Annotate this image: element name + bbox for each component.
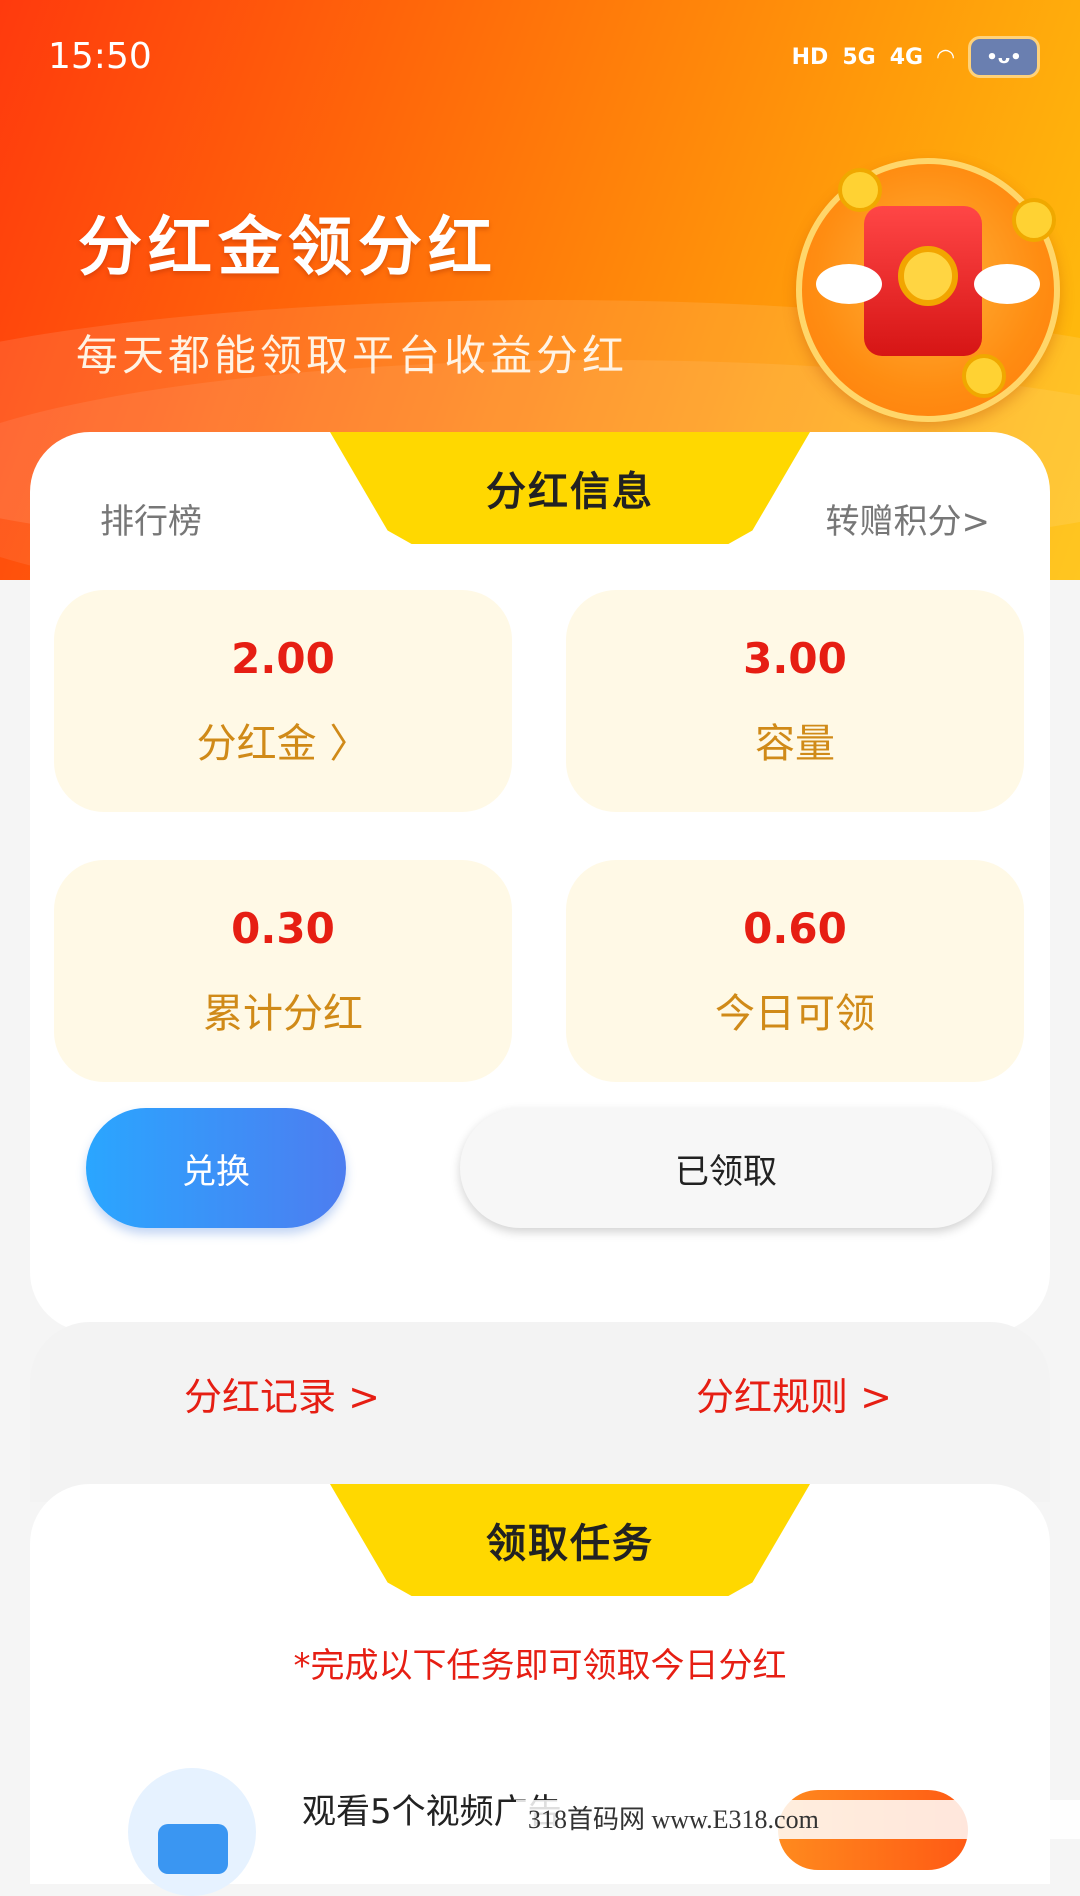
status-time: 15:50: [48, 36, 152, 77]
stat-capacity: 3.00 容量: [566, 590, 1024, 812]
watermark: 318首码网 www.E318.com: [516, 1800, 1080, 1839]
tab-leaderboard[interactable]: 排行榜: [100, 494, 202, 543]
stat-dividend-gold[interactable]: 2.00 分红金 〉: [54, 590, 512, 812]
red-envelope-icon: [796, 158, 1060, 422]
claimed-button[interactable]: 已领取: [460, 1108, 992, 1228]
video-camera-icon: [128, 1768, 256, 1896]
dividend-rules-link[interactable]: 分红规则 >: [696, 1366, 892, 1421]
signal-4g-icon: 4G: [889, 44, 924, 70]
stat-label: 今日可领: [715, 990, 875, 1037]
dividend-records-link[interactable]: 分红记录 >: [184, 1366, 380, 1421]
tab-dividend-info[interactable]: 分红信息: [330, 432, 810, 544]
hero-subtitle: 每天都能领取平台收益分红: [76, 331, 629, 380]
exchange-button[interactable]: 兑换: [86, 1108, 346, 1228]
stat-value: 0.30: [231, 903, 335, 953]
stat-value: 2.00: [231, 633, 335, 683]
stat-label: 分红金 〉: [196, 720, 370, 767]
tasks-header: 领取任务: [330, 1484, 810, 1596]
hd-icon: HD: [791, 44, 829, 70]
stat-label: 容量: [755, 720, 835, 767]
stat-label: 累计分红: [203, 990, 363, 1037]
stat-value: 3.00: [743, 633, 847, 683]
hero-title: 分红金领分红: [78, 211, 498, 285]
wifi-icon: ◠: [937, 44, 954, 70]
dividend-info-card: 排行榜 分红信息 转赠积分> 2.00 分红金 〉 3.00 容量 0.30 累…: [30, 432, 1050, 1332]
tasks-note: *完成以下任务即可领取今日分红: [293, 1646, 787, 1686]
transfer-points-link[interactable]: 转赠积分>: [826, 494, 991, 543]
stat-value: 0.60: [743, 903, 847, 953]
signal-5g-icon: 5G: [842, 44, 876, 70]
status-icons: HD 5G 4G ◠ •ᴗ•: [792, 36, 1040, 78]
stat-today-claimable: 0.60 今日可领: [566, 860, 1024, 1082]
battery-icon: •ᴗ•: [968, 36, 1040, 78]
links-bar: 分红记录 > 分红规则 >: [30, 1322, 1050, 1502]
stat-total-dividend: 0.30 累计分红: [54, 860, 512, 1082]
